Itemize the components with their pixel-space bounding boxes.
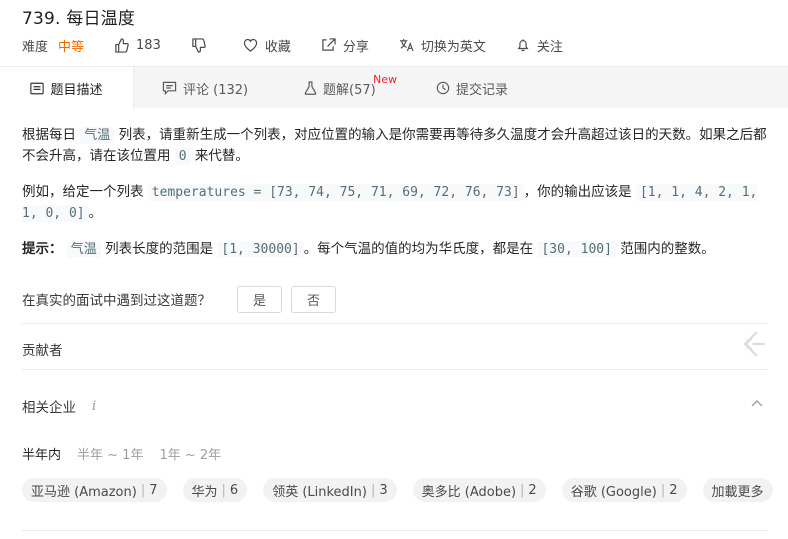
thumbs-up-icon: [115, 37, 129, 53]
favorite-label: 收藏: [264, 39, 291, 55]
description-hint: 提示： 气温 列表长度的范围是 [1, 30000] 。每个气温的值的均为华氏度，…: [22, 241, 715, 258]
inline-code: temperatures = [73, 74, 75, 71, 69, 72, …: [147, 184, 524, 201]
tab-submissions[interactable]: 提交记录: [436, 67, 508, 109]
tab-submissions-label: 提交记录: [456, 82, 509, 98]
company-chip-huawei[interactable]: 华为 | 6: [182, 478, 248, 502]
divider: [22, 530, 767, 531]
companies-header: 相关企业 i: [22, 396, 96, 417]
problem-tabs: 题目描述 评论 (132) 题解(57) New 提交记录: [0, 66, 788, 109]
problem-title: 739. 每日温度: [22, 9, 136, 29]
difficulty-label: 难度: [22, 39, 49, 55]
switch-language-button[interactable]: 切换为英文: [399, 36, 486, 55]
description-paragraph-2: 例如，给定一个列表 temperatures = [73, 74, 75, 71…: [22, 184, 758, 222]
divider: [22, 323, 767, 324]
company-chips: 亚马逊 (Amazon) | 7 华为 | 6 领英 (LinkedIn) | 3 奥多比 …: [22, 478, 788, 502]
hint-label: 提示：: [22, 241, 63, 257]
like-count: 183: [136, 37, 161, 53]
inline-code: 0: [174, 148, 191, 165]
no-button[interactable]: 否: [291, 285, 336, 313]
description-paragraph-1: 根据每日 气温 列表，请重新生成一个列表，对应位置的输入是你需要再等待多久温度才…: [22, 127, 767, 165]
tab-solutions[interactable]: 题解(57): [304, 67, 376, 109]
favorite-button[interactable]: 收藏: [243, 36, 291, 55]
bell-icon: [517, 39, 529, 52]
company-chip-linkedin[interactable]: 领英 (LinkedIn) | 3: [263, 478, 397, 502]
company-chip-adobe[interactable]: 奥多比 (Adobe) | 2: [412, 478, 546, 502]
inline-code: 气温: [66, 241, 101, 258]
comment-icon: [162, 81, 177, 95]
problem-meta-bar: 难度 中等 183 收藏 分享 切换为英文 关注: [22, 36, 593, 55]
like-button[interactable]: 183: [114, 38, 161, 53]
time-range-tabs: 半年内 半年 ~ 1年 1年 ~ 2年: [22, 444, 237, 463]
switch-language-label: 切换为英文: [420, 39, 486, 55]
tab-solutions-label: 题解(57): [323, 82, 376, 98]
contributor-avatar-icon: [743, 331, 766, 357]
interview-question-text: 在真实的面试中遇到过这道题？: [22, 293, 211, 309]
thumbs-down-icon: [192, 37, 206, 53]
inline-code: [30, 100]: [537, 241, 616, 258]
problem-header: 739. 每日温度 难度 中等 183 收藏 分享 切换为英文 关注: [0, 0, 788, 66]
heart-icon: [243, 38, 258, 52]
difficulty-badge: 中等: [58, 39, 85, 55]
time-tab-one-to-two-years[interactable]: 1年 ~ 2年: [159, 444, 221, 463]
translate-icon: [399, 38, 414, 52]
inline-code: 气温: [80, 127, 115, 144]
company-chip-amazon[interactable]: 亚马逊 (Amazon) | 7: [22, 478, 167, 502]
tab-description-label: 题目描述: [50, 82, 103, 98]
tab-comments[interactable]: 评论 (132): [162, 67, 248, 109]
dislike-button[interactable]: [191, 37, 213, 53]
follow-button[interactable]: 关注: [516, 36, 563, 55]
share-label: 分享: [342, 39, 369, 55]
yes-button[interactable]: 是: [237, 285, 282, 313]
contributors-label: 贡献者: [22, 343, 63, 359]
share-icon: [322, 38, 336, 51]
new-badge: New: [373, 73, 397, 86]
follow-label: 关注: [536, 39, 563, 55]
company-chip-google[interactable]: 谷歌 (Google) | 2: [561, 478, 687, 502]
flask-icon: [304, 81, 317, 95]
time-tab-half-to-one-year[interactable]: 半年 ~ 1年: [77, 444, 143, 463]
interview-question: 在真实的面试中遇到过这道题？ 是 否: [22, 285, 336, 313]
companies-label: 相关企业: [22, 400, 76, 416]
divider: [22, 369, 767, 370]
clock-icon: [436, 81, 450, 95]
time-tab-half-year[interactable]: 半年内: [22, 444, 61, 463]
tab-description[interactable]: 题目描述: [0, 67, 134, 109]
share-button[interactable]: 分享: [321, 36, 369, 55]
chevron-up-icon[interactable]: [751, 399, 763, 407]
document-icon: [30, 82, 45, 94]
info-icon[interactable]: i: [92, 399, 96, 414]
load-more-button[interactable]: 加載更多: [702, 478, 773, 502]
tab-comments-label: 评论 (132): [183, 82, 249, 98]
inline-code: [1, 30000]: [217, 241, 304, 258]
